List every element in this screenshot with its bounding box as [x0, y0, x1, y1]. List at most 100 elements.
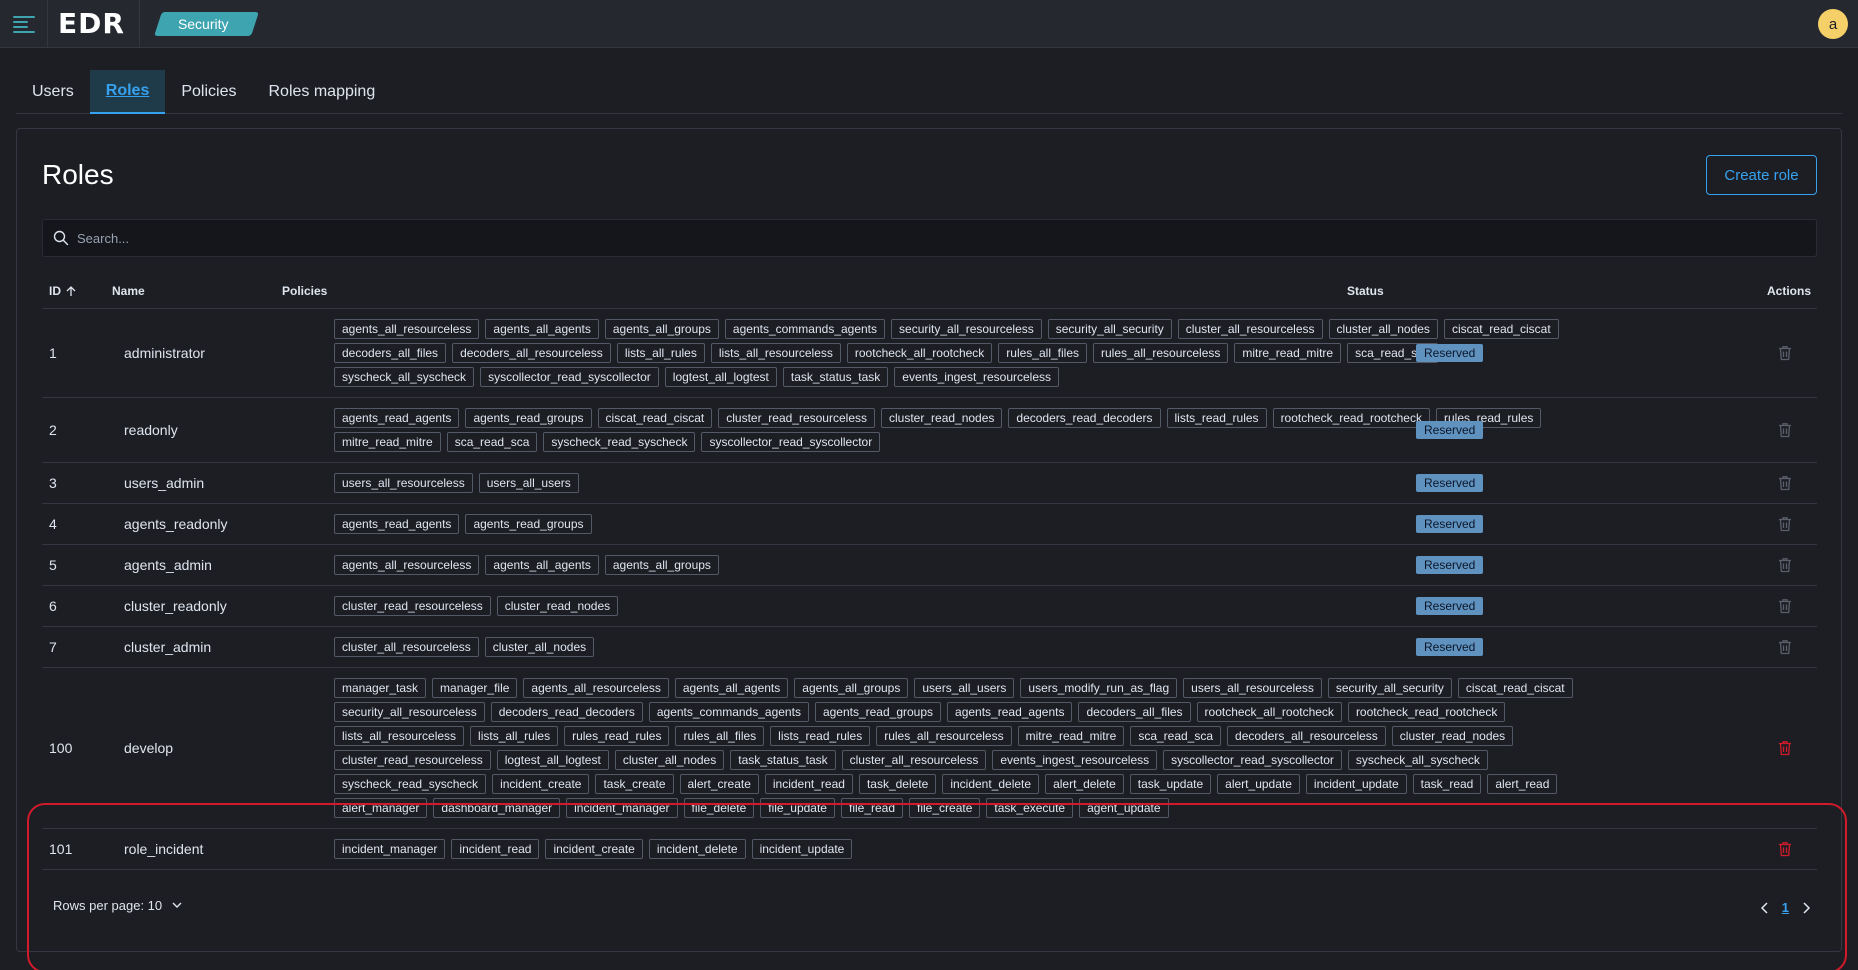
trash-icon: [1778, 345, 1792, 361]
trash-icon[interactable]: [1778, 740, 1792, 756]
role-name[interactable]: cluster_admin: [124, 627, 211, 667]
policy-tag: agents_read_agents: [947, 702, 1073, 722]
breadcrumb-security[interactable]: Security: [158, 12, 255, 36]
policy-tag: incident_delete: [942, 774, 1040, 794]
policy-tag: agents_all_resourceless: [334, 319, 480, 339]
policy-tag: rules_all_files: [998, 343, 1087, 363]
column-header-id[interactable]: ID: [49, 273, 76, 309]
policy-tag: lists_read_rules: [1166, 408, 1267, 428]
role-name[interactable]: develop: [124, 668, 173, 828]
search-input[interactable]: [77, 230, 1577, 246]
column-header-status: Status: [1347, 284, 1384, 298]
role-name[interactable]: cluster_readonly: [124, 586, 227, 626]
actions-cell: [1778, 829, 1792, 869]
role-name[interactable]: readonly: [124, 398, 178, 462]
policy-tag: lists_all_resourceless: [710, 343, 841, 363]
status-badge: Reserved: [1416, 556, 1484, 574]
policy-tag: agents_commands_agents: [648, 702, 809, 722]
tab-roles-mapping[interactable]: Roles mapping: [253, 70, 392, 114]
policy-tag: cluster_read_nodes: [1391, 726, 1514, 746]
chevron-down-icon: [172, 902, 182, 909]
search-icon: [53, 230, 69, 246]
policy-tag: events_ingest_resourceless: [894, 367, 1060, 387]
policy-tag: file_read: [840, 798, 904, 818]
search-bar[interactable]: [42, 219, 1817, 257]
policy-tags: incident_manager incident_read incident_cr…: [334, 829, 1579, 869]
column-header-name[interactable]: Name: [112, 273, 145, 309]
policy-tag: rules_all_resourceless: [876, 726, 1012, 746]
policy-tag: agents_all_groups: [604, 555, 719, 575]
avatar[interactable]: a: [1818, 9, 1848, 39]
column-header-actions: Actions: [1766, 284, 1811, 298]
role-name[interactable]: agents_admin: [124, 545, 212, 585]
pagination: 1: [1760, 900, 1811, 915]
policy-tag: cluster_read_resourceless: [718, 408, 875, 428]
table-header: ID Name Policies Status Actions: [42, 273, 1817, 309]
policy-tag: agents_all_agents: [485, 555, 599, 575]
page-title: Roles: [42, 159, 114, 190]
role-name[interactable]: users_admin: [124, 463, 204, 503]
policy-tag: decoders_all_resourceless: [452, 343, 611, 363]
next-page-icon[interactable]: [1803, 901, 1811, 914]
policy-tags: manager_task manager_file agents_all_resou…: [334, 668, 1579, 828]
policy-tag: rules_all_files: [675, 726, 765, 746]
actions-cell: [1778, 668, 1792, 828]
policy-tag: lists_read_rules: [770, 726, 871, 746]
policy-tag: sca_read_sca: [1130, 726, 1222, 746]
policy-tag: cluster_read_resourceless: [334, 750, 491, 770]
table-row: 100 develop manager_task manager_file agents…: [42, 668, 1817, 829]
policy-tag: users_all_resourceless: [1183, 678, 1322, 698]
policy-tag: agents_all_agents: [485, 319, 599, 339]
rows-per-page-selector[interactable]: Rows per page: 10: [53, 898, 182, 913]
policy-tag: agents_all_resourceless: [523, 678, 669, 698]
policy-tag: file_update: [760, 798, 835, 818]
policy-tag: lists_all_resourceless: [334, 726, 465, 746]
actions-cell: [1778, 398, 1792, 462]
tab-users[interactable]: Users: [16, 70, 90, 114]
status-cell: Reserved: [1416, 309, 1484, 397]
policy-tag: incident_read: [451, 839, 540, 859]
trash-icon: [1778, 639, 1792, 655]
column-id-label: ID: [49, 284, 61, 298]
tab-roles[interactable]: Roles: [89, 70, 166, 114]
policy-tag: task_status_task: [730, 750, 836, 770]
status-cell: Reserved: [1416, 586, 1484, 626]
policy-tag: decoders_all_files: [1078, 702, 1191, 722]
status-cell: Reserved: [1416, 398, 1484, 462]
policy-tag: decoders_all_files: [334, 343, 447, 363]
trash-icon: [1778, 557, 1792, 573]
policy-tag: agents_read_groups: [814, 702, 942, 722]
sort-ascending-icon: [66, 285, 76, 297]
policy-tag: logtest_all_logtest: [664, 367, 777, 387]
role-id: 2: [49, 422, 57, 438]
trash-icon[interactable]: [1778, 841, 1792, 857]
previous-page-icon[interactable]: [1760, 901, 1768, 914]
policy-tags: agents_read_agents agents_read_groups: [334, 504, 1579, 544]
policy-tag: syscollector_read_syscollector: [480, 367, 659, 387]
menu-icon[interactable]: [0, 0, 48, 48]
page-number[interactable]: 1: [1782, 900, 1789, 915]
status-badge: Reserved: [1416, 597, 1484, 615]
policy-tag: syscollector_read_syscollector: [701, 432, 881, 452]
role-name[interactable]: administrator: [124, 309, 205, 397]
tab-policies[interactable]: Policies: [165, 70, 252, 114]
policy-tags: cluster_all_resourceless cluster_all_node…: [334, 627, 1579, 667]
trash-icon: [1778, 475, 1792, 491]
policy-tag: incident_update: [751, 839, 853, 859]
policy-tag: rootcheck_all_rootcheck: [1196, 702, 1342, 722]
policy-tag: manager_task: [334, 678, 427, 698]
status-badge: Reserved: [1416, 344, 1484, 362]
trash-icon: [1778, 516, 1792, 532]
role-id: 100: [49, 740, 73, 756]
app-logo[interactable]: EDR: [58, 0, 140, 48]
status-badge: Reserved: [1416, 474, 1484, 492]
policy-tag: users_modify_run_as_flag: [1020, 678, 1178, 698]
policy-tag: decoders_read_decoders: [490, 702, 643, 722]
policy-tag: decoders_all_resourceless: [1227, 726, 1386, 746]
trash-icon: [1778, 598, 1792, 614]
role-name[interactable]: agents_readonly: [124, 504, 228, 544]
role-id: 101: [49, 841, 73, 857]
create-role-button[interactable]: Create role: [1706, 155, 1817, 195]
role-name[interactable]: role_incident: [124, 829, 203, 869]
policy-tag: agents_all_groups: [794, 678, 909, 698]
